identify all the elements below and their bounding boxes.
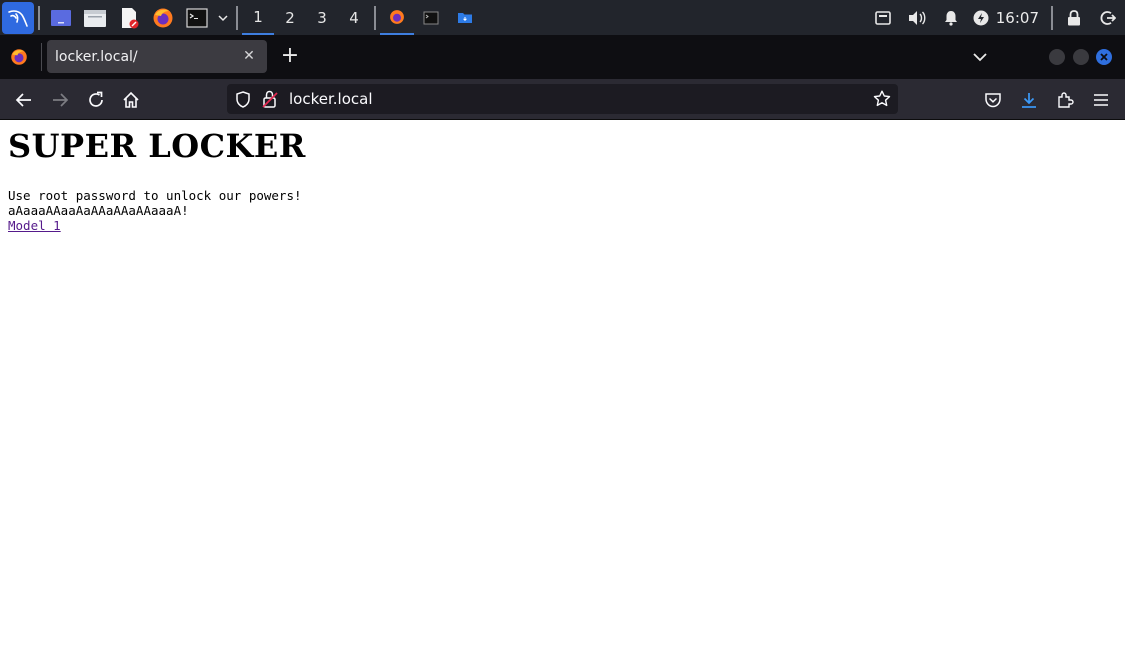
page-heading: SUPER LOCKER <box>8 127 306 165</box>
close-tab-icon[interactable]: ✕ <box>241 48 257 64</box>
navigation-toolbar: locker.local <box>0 79 1125 120</box>
page-content: SUPER LOCKER Use root password to unlock… <box>0 120 1125 666</box>
pocket-icon[interactable] <box>981 88 1005 112</box>
system-tray: 16:07 <box>866 0 1125 35</box>
tab-title: locker.local/ <box>55 48 138 65</box>
notification-bell-icon[interactable] <box>934 0 968 35</box>
folder-window-icon[interactable] <box>448 0 482 35</box>
firefox-icon[interactable] <box>146 0 180 35</box>
taskbar-separator <box>236 5 238 30</box>
workspace-1-button[interactable]: 1 <box>242 0 274 35</box>
page-body: Use root password to unlock our powers! … <box>8 188 302 233</box>
tab-divider <box>41 43 42 71</box>
url-bar[interactable]: locker.local <box>227 84 898 114</box>
forward-arrow-icon[interactable] <box>48 88 72 112</box>
kali-menu-icon[interactable] <box>2 1 34 34</box>
downloads-icon[interactable] <box>1017 88 1041 112</box>
workspace-4-button[interactable]: 4 <box>338 0 370 35</box>
minimize-window-button[interactable] <box>1049 49 1065 65</box>
taskbar: 1 2 3 4 16:07 <box>0 0 1125 35</box>
chevron-down-icon[interactable] <box>214 0 232 35</box>
extensions-icon[interactable] <box>1053 88 1077 112</box>
file-manager-icon[interactable] <box>78 0 112 35</box>
logout-icon[interactable] <box>1091 0 1125 35</box>
clock[interactable]: 16:07 <box>994 0 1047 35</box>
workspace-3-button[interactable]: 3 <box>306 0 338 35</box>
list-all-tabs-icon[interactable] <box>972 47 994 67</box>
maximize-window-button[interactable] <box>1073 49 1089 65</box>
terminal-icon[interactable] <box>180 0 214 35</box>
firefox-view-icon[interactable] <box>10 48 30 68</box>
tracking-protection-shield-icon[interactable] <box>235 91 251 112</box>
close-window-button[interactable] <box>1096 49 1112 65</box>
instruction-text: Use root password to unlock our powers! <box>8 188 302 203</box>
terminal-window-icon[interactable] <box>414 0 448 35</box>
model-link[interactable]: Model 1 <box>8 218 61 233</box>
reload-icon[interactable] <box>84 88 108 112</box>
tray-separator <box>1051 5 1053 30</box>
volume-icon[interactable] <box>900 0 934 35</box>
taskbar-separator <box>374 5 376 30</box>
power-manager-icon[interactable] <box>968 0 994 35</box>
pattern-text: aAaaaAAaaAaAAaAAaAAaaaA! <box>8 203 189 218</box>
lock-screen-icon[interactable] <box>1057 0 1091 35</box>
browser-tab-strip: locker.local/ ✕ + <box>0 35 1125 79</box>
text-editor-icon[interactable] <box>112 0 146 35</box>
home-icon[interactable] <box>119 88 143 112</box>
hamburger-menu-icon[interactable] <box>1089 88 1113 112</box>
back-arrow-icon[interactable] <box>12 88 36 112</box>
insecure-lock-icon[interactable] <box>262 90 278 112</box>
screenshot-icon[interactable] <box>866 0 900 35</box>
workspace-2-button[interactable]: 2 <box>274 0 306 35</box>
new-tab-button[interactable]: + <box>279 45 301 68</box>
show-desktop-icon[interactable] <box>44 0 78 35</box>
tab-locker-local[interactable]: locker.local/ ✕ <box>47 40 267 73</box>
bookmark-star-icon[interactable] <box>873 90 891 111</box>
taskbar-separator <box>38 5 40 30</box>
url-text: locker.local <box>289 90 373 108</box>
firefox-window-icon[interactable] <box>380 0 414 35</box>
